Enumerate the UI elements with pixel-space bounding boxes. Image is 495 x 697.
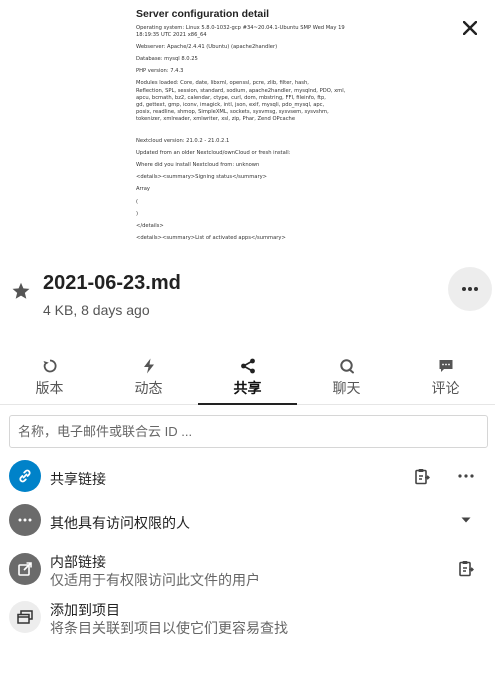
close-button[interactable] <box>456 14 484 42</box>
activity-bolt-icon <box>142 357 156 375</box>
internal-link-label: 内部链接 <box>50 554 106 570</box>
preview-line: PHP version: 7.4.3 <box>136 68 184 75</box>
tab-versions[interactable]: 版本 <box>0 355 99 404</box>
preview-line: Database: mysql 8.0.25 <box>136 56 198 63</box>
preview-line: Nextcloud version: 21.0.2 - 21.0.2.1 <box>136 138 230 145</box>
file-name: 2021-06-23.md <box>43 272 181 294</box>
preview-line: Where did you install Nextcloud from: un… <box>136 162 260 169</box>
preview-line: posix, readline, shmop, SimpleXML, socke… <box>136 108 329 115</box>
preview-line: 18:19:35 UTC 2021 x86_64 <box>136 32 207 39</box>
file-preview: Server configuration detail Operating sy… <box>0 0 495 262</box>
copy-internal-link-button[interactable] <box>454 556 478 580</box>
add-to-project-row[interactable]: 添加到项目 将条目关联到项目以使它们更容易查找 <box>0 594 495 640</box>
sidebar-tabs: 版本 动态 共享 聊天 评论 <box>0 355 495 405</box>
preview-line: apcu, bcmath, bz2, calendar, ctype, curl… <box>136 94 326 101</box>
file-actions-button[interactable] <box>448 267 492 311</box>
tab-sharing[interactable]: 共享 <box>198 355 297 405</box>
copy-link-button[interactable] <box>410 464 434 488</box>
add-to-project-description: 将条目关联到项目以使它们更容易查找 <box>50 620 288 636</box>
internal-link-row: 内部链接 仅适用于有权限访问此文件的用户 <box>0 546 495 592</box>
add-to-project-label: 添加到项目 <box>50 602 120 618</box>
tab-label: 评论 <box>431 380 460 396</box>
favorite-star-icon[interactable] <box>10 280 32 302</box>
history-icon <box>42 357 58 375</box>
chat-icon <box>339 357 355 375</box>
comment-icon <box>438 357 454 375</box>
clipboard-icon <box>415 468 430 484</box>
expand-others-button[interactable] <box>454 508 478 532</box>
link-avatar <box>9 460 41 492</box>
preview-line: tokenizer, xmlreader, xmlwriter, xsl, zi… <box>136 115 296 122</box>
preview-line: Webserver: Apache/2.4.41 (Ubuntu) (apach… <box>136 44 278 51</box>
internal-link-description: 仅适用于有权限访问此文件的用户 <box>50 572 260 588</box>
preview-line: <details><summary>List of activated apps… <box>136 234 286 241</box>
preview-line: Reflection, SPL, session, standard, sodi… <box>136 87 346 94</box>
preview-body: Operating system: Linux 5.8.0-1032-gcp #… <box>136 25 376 242</box>
internal-link-avatar <box>9 553 41 585</box>
clipboard-icon <box>459 560 474 576</box>
more-horizontal-icon <box>18 518 32 522</box>
preview-line: Array <box>136 186 150 193</box>
more-horizontal-icon <box>458 474 474 478</box>
preview-line: ) <box>136 210 139 217</box>
others-avatar <box>9 504 41 536</box>
tab-label: 版本 <box>35 380 64 396</box>
link-icon <box>19 469 31 483</box>
file-meta: 4 KB, 8 days ago <box>43 302 150 318</box>
external-link-icon <box>18 562 32 576</box>
tab-activity[interactable]: 动态 <box>99 355 198 404</box>
others-with-access-row[interactable]: 其他具有访问权限的人 <box>0 498 495 542</box>
caret-down-icon <box>461 517 471 523</box>
preview-line: Updated from an older Nextcloud/ownCloud… <box>136 150 291 157</box>
project-icon <box>17 610 33 624</box>
tab-label: 动态 <box>134 380 163 396</box>
share-with-input[interactable] <box>9 415 488 448</box>
preview-line: gd, gettext, gmp, iconv, imagick, intl, … <box>136 101 325 108</box>
tab-chat[interactable]: 聊天 <box>297 355 396 404</box>
tab-label: 共享 <box>233 380 262 396</box>
preview-line: ( <box>136 198 139 205</box>
preview-line: <details><summary>Signing status</summar… <box>136 174 267 181</box>
file-header: 2021-06-23.md 4 KB, 8 days ago <box>0 262 495 332</box>
others-with-access-label: 其他具有访问权限的人 <box>50 515 190 531</box>
share-link-label: 共享链接 <box>50 471 106 487</box>
share-link-row: 共享链接 <box>0 454 495 498</box>
project-avatar <box>9 601 41 633</box>
close-icon <box>463 21 477 35</box>
share-link-menu-button[interactable] <box>454 464 478 488</box>
preview-line: Operating system: Linux 5.8.0-1032-gcp #… <box>136 25 345 31</box>
preview-line: Modules loaded: Core, date, libxml, open… <box>136 80 309 87</box>
preview-line: </details> <box>136 222 164 229</box>
preview-title: Server configuration detail <box>136 8 270 20</box>
tab-comments[interactable]: 评论 <box>396 355 495 404</box>
more-horizontal-icon <box>462 287 478 291</box>
share-icon <box>240 357 256 375</box>
document-preview: Server configuration detail Operating sy… <box>136 8 376 242</box>
tab-label: 聊天 <box>332 380 361 396</box>
